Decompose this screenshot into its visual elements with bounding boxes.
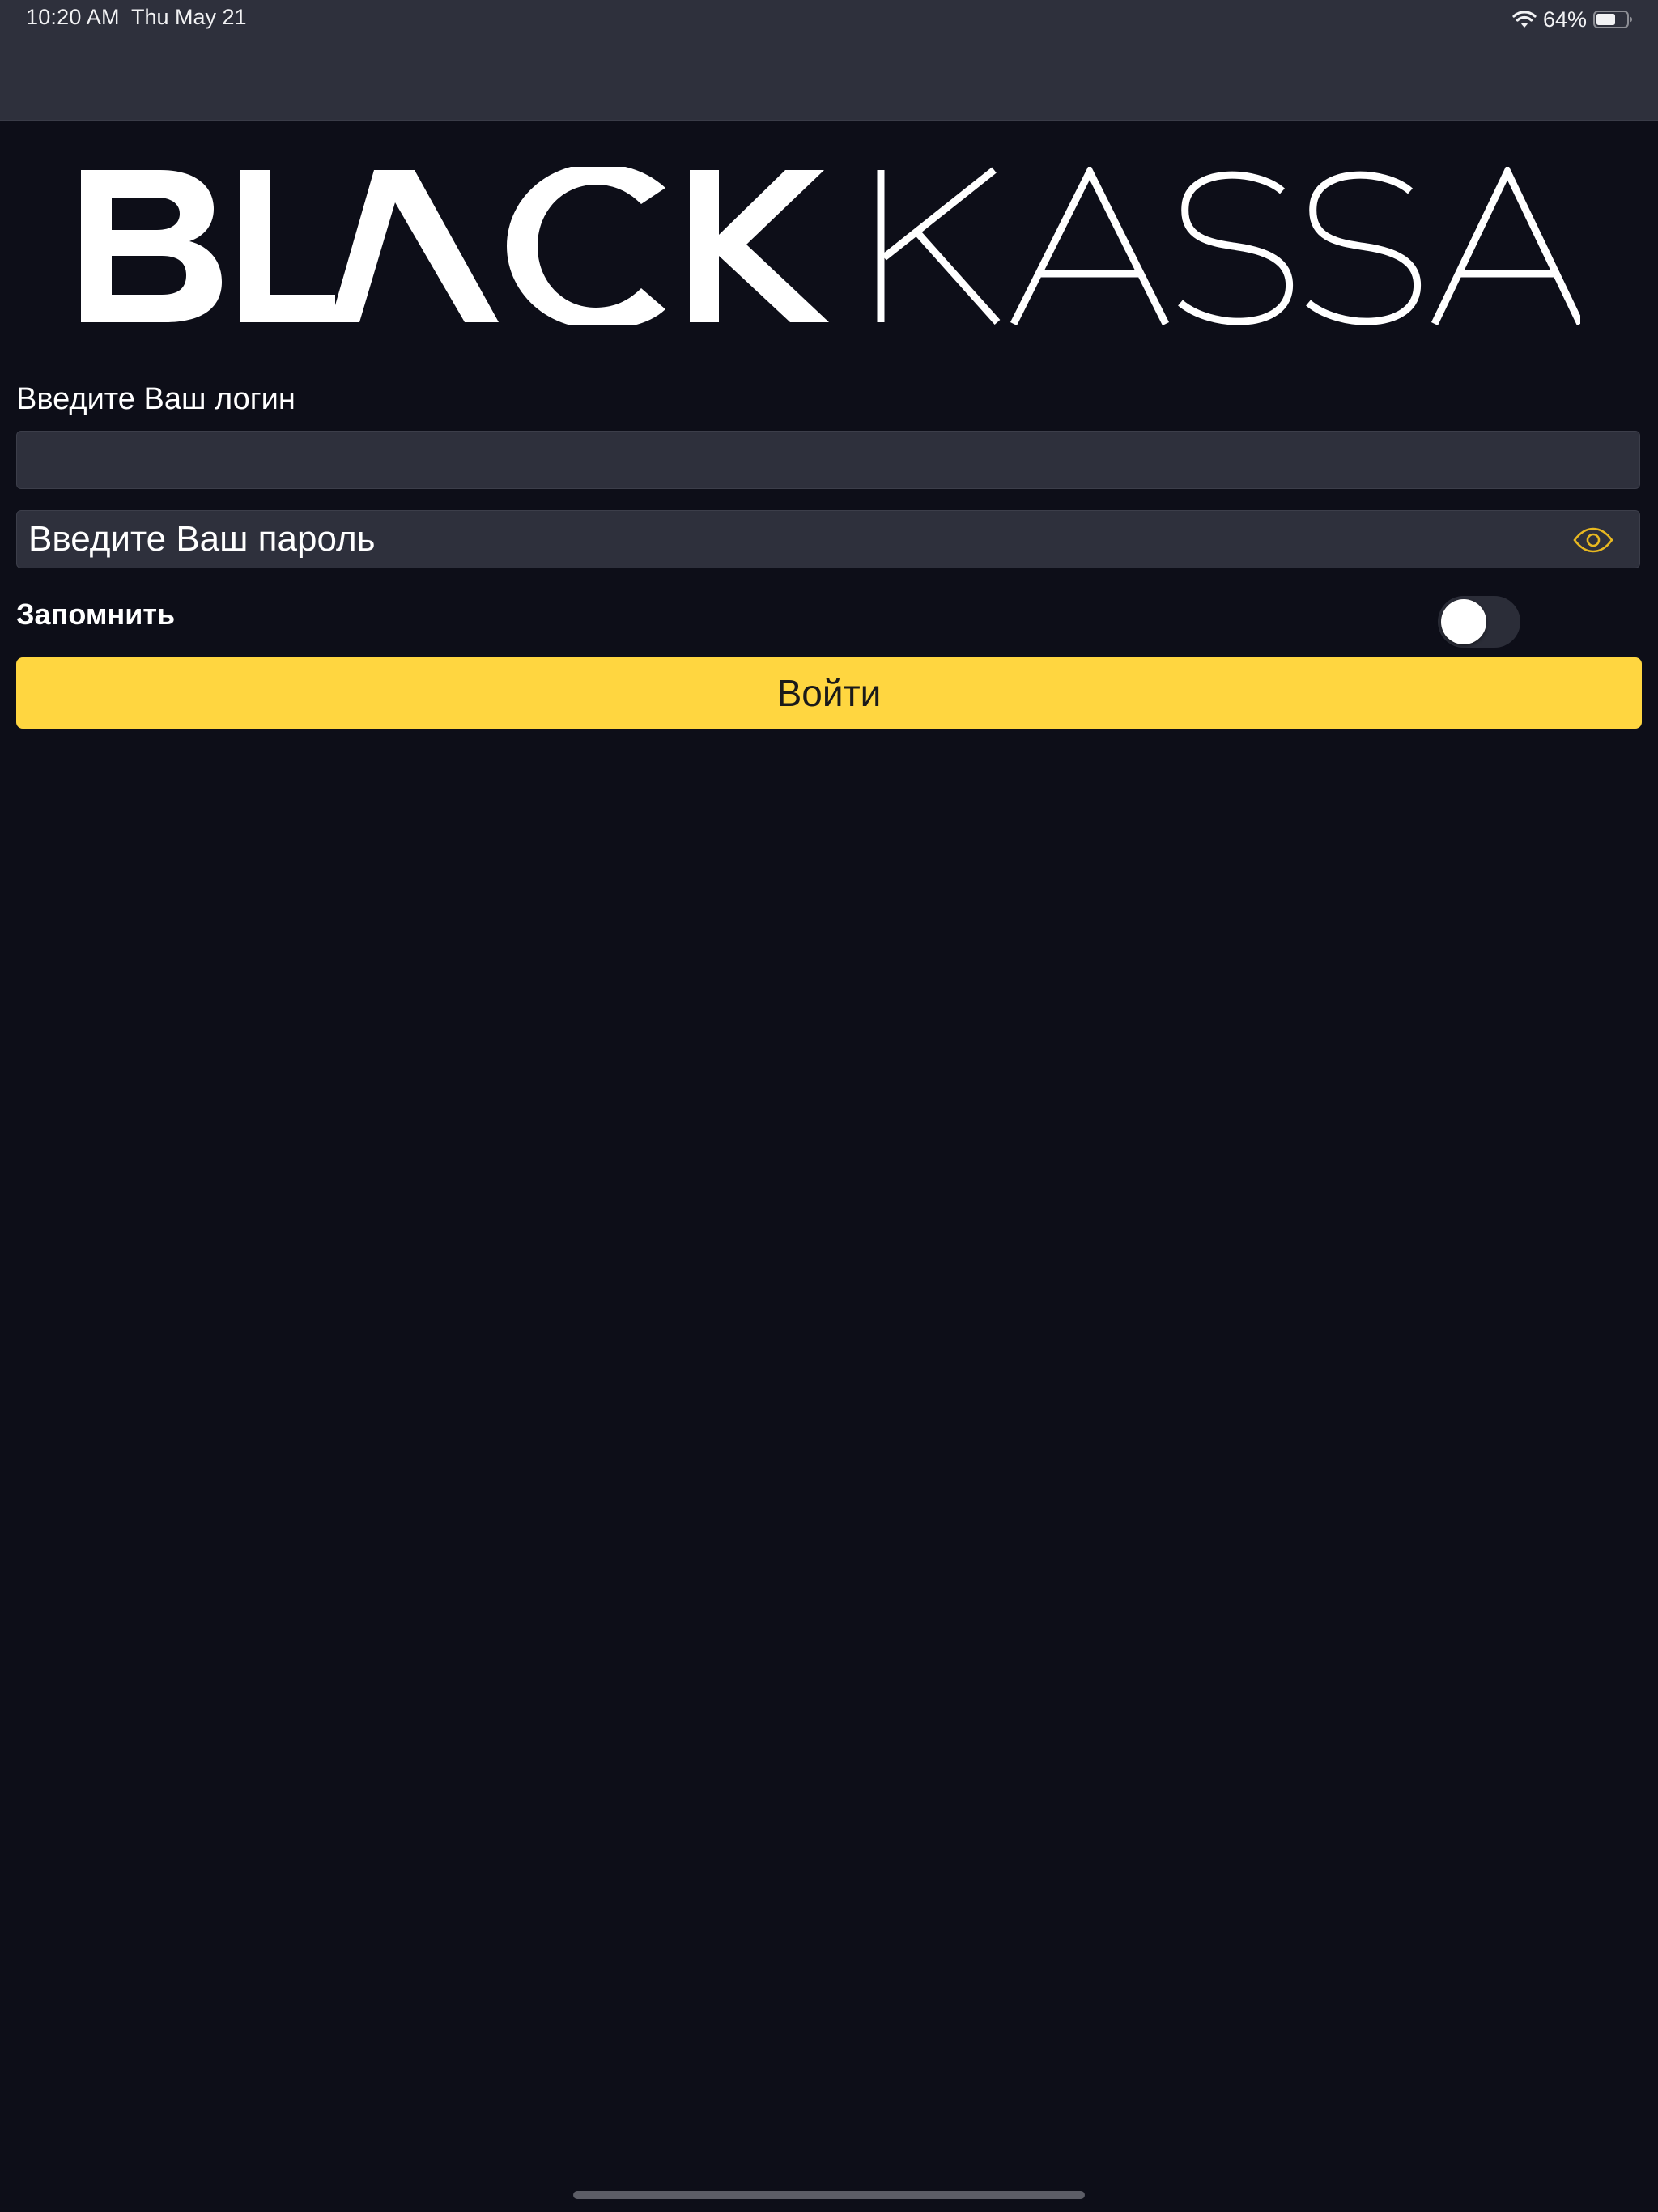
brand-logo bbox=[81, 167, 1580, 325]
battery-icon bbox=[1593, 10, 1634, 29]
remember-toggle[interactable] bbox=[1438, 596, 1520, 648]
status-bar: 10:20 AM Thu May 21 64% bbox=[0, 0, 1658, 121]
wifi-icon bbox=[1512, 10, 1537, 29]
login-input[interactable] bbox=[16, 431, 1640, 489]
password-field bbox=[16, 510, 1640, 568]
status-indicators: 64% bbox=[1512, 3, 1634, 36]
status-time: 10:20 AM bbox=[26, 5, 120, 29]
eye-icon[interactable] bbox=[1573, 527, 1613, 553]
toggle-knob bbox=[1441, 599, 1486, 644]
login-label: Введите Ваш логин bbox=[16, 382, 295, 416]
home-indicator bbox=[573, 2191, 1085, 2199]
password-input[interactable] bbox=[17, 511, 1555, 568]
status-date: Thu May 21 bbox=[131, 5, 247, 29]
remember-label: Запомнить bbox=[16, 598, 176, 631]
battery-level-fill bbox=[1596, 14, 1615, 25]
battery-percent: 64% bbox=[1542, 6, 1587, 32]
login-button[interactable]: Войти bbox=[16, 657, 1642, 729]
